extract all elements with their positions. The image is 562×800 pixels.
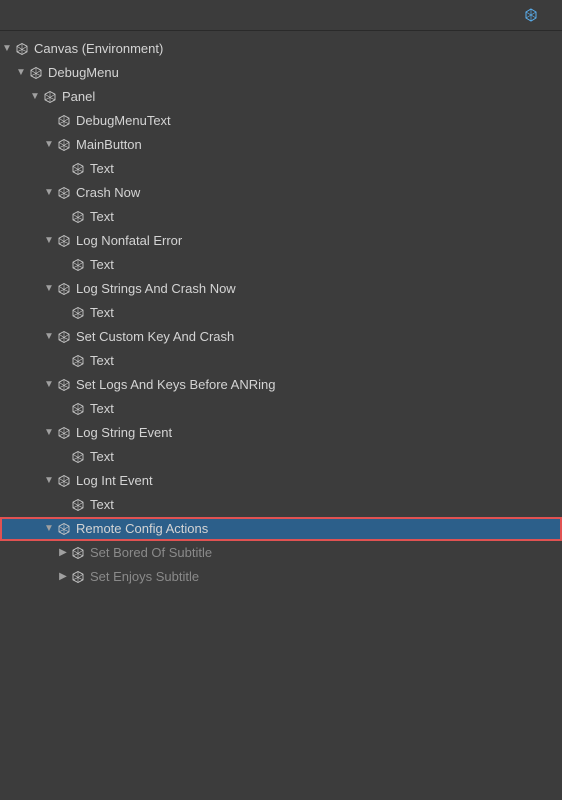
cube-icon-lognonfatal-text [70,257,86,273]
cube-icon-mainbutton-text [70,161,86,177]
cube-icon-setcustomkey-text [70,353,86,369]
tree-item-remoteconfig[interactable]: Remote Config Actions [0,517,562,541]
cube-icon-logstringscrash [56,281,72,297]
label-lognonfatal: Log Nonfatal Error [76,231,182,251]
cube-icon-setlogskeys [56,377,72,393]
cube-icon-canvas [14,41,30,57]
tree-item-lognonfatal-text[interactable]: Text [0,253,562,277]
tree-item-setlogskeys[interactable]: Set Logs And Keys Before ANRing [0,373,562,397]
label-crashnow: Crash Now [76,183,140,203]
cube-icon-panel [42,89,58,105]
label-logintevent-text: Text [90,495,114,515]
label-setlogskeys-text: Text [90,399,114,419]
arrow-lognonfatal[interactable] [42,231,56,251]
label-lognonfatal-text: Text [90,255,114,275]
label-setboredsubtitle: Set Bored Of Subtitle [90,543,212,563]
label-debugmenu: DebugMenu [48,63,119,83]
tree-item-setcustomkey-text[interactable]: Text [0,349,562,373]
cube-icon-crashnow-text [70,209,86,225]
arrow-setcustomkey[interactable] [42,327,56,347]
label-logstringevent: Log String Event [76,423,172,443]
cube-icon-setlogskeys-text [70,401,86,417]
tree-item-logintevent-text[interactable]: Text [0,493,562,517]
label-setenjoyssubtitle: Set Enjoys Subtitle [90,567,199,587]
label-mainbutton-text: Text [90,159,114,179]
tree-item-debugmenutext[interactable]: DebugMenuText [0,109,562,133]
cube-icon-logstringevent-text [70,449,86,465]
label-logstringscrash: Log Strings And Crash Now [76,279,236,299]
cube-icon-logstringscrash-text [70,305,86,321]
tree-item-setenjoyssubtitle[interactable]: Set Enjoys Subtitle [0,565,562,589]
arrow-logstringevent[interactable] [42,423,56,443]
cube-icon-logintevent-text [70,497,86,513]
tree-panel: Canvas (Environment) DebugMenu Panel Deb… [0,31,562,595]
cube-icon-setenjoyssubtitle [70,569,86,585]
arrow-logintevent[interactable] [42,471,56,491]
label-crashnow-text: Text [90,207,114,227]
tree-item-logintevent[interactable]: Log Int Event [0,469,562,493]
label-setlogskeys: Set Logs And Keys Before ANRing [76,375,275,395]
tree-item-crashnow-text[interactable]: Text [0,205,562,229]
cube-icon-debugmenutext [56,113,72,129]
arrow-canvas[interactable] [0,39,14,59]
tree-item-panel[interactable]: Panel [0,85,562,109]
cube-icon-logintevent [56,473,72,489]
arrow-setlogskeys[interactable] [42,375,56,395]
header-cube-icon [524,8,538,22]
label-logstringevent-text: Text [90,447,114,467]
tree-item-logstringevent[interactable]: Log String Event [0,421,562,445]
label-logstringscrash-text: Text [90,303,114,323]
header-title [524,8,546,22]
tree-item-debugmenu[interactable]: DebugMenu [0,61,562,85]
arrow-mainbutton[interactable] [42,135,56,155]
label-setcustomkey: Set Custom Key And Crash [76,327,234,347]
cube-icon-debugmenu [28,65,44,81]
tree-item-crashnow[interactable]: Crash Now [0,181,562,205]
tree-item-logstringscrash[interactable]: Log Strings And Crash Now [0,277,562,301]
header [0,0,562,31]
cube-icon-setcustomkey [56,329,72,345]
arrow-debugmenu[interactable] [14,63,28,83]
label-setcustomkey-text: Text [90,351,114,371]
cube-icon-logstringevent [56,425,72,441]
tree-item-setlogskeys-text[interactable]: Text [0,397,562,421]
tree-item-lognonfatal[interactable]: Log Nonfatal Error [0,229,562,253]
tree-item-logstringscrash-text[interactable]: Text [0,301,562,325]
cube-icon-setboredsubtitle [70,545,86,561]
tree-item-logstringevent-text[interactable]: Text [0,445,562,469]
tree-item-mainbutton-text[interactable]: Text [0,157,562,181]
arrow-logstringscrash[interactable] [42,279,56,299]
tree-item-mainbutton[interactable]: MainButton [0,133,562,157]
cube-icon-lognonfatal [56,233,72,249]
tree-item-canvas[interactable]: Canvas (Environment) [0,37,562,61]
arrow-setenjoyssubtitle[interactable] [56,567,70,587]
cube-icon-remoteconfig [56,521,72,537]
arrow-panel[interactable] [28,87,42,107]
cube-icon-mainbutton [56,137,72,153]
tree-item-setboredsubtitle[interactable]: Set Bored Of Subtitle [0,541,562,565]
arrow-remoteconfig[interactable] [42,519,56,539]
arrow-setboredsubtitle[interactable] [56,543,70,563]
tree-item-setcustomkey[interactable]: Set Custom Key And Crash [0,325,562,349]
cube-icon-crashnow [56,185,72,201]
label-logintevent: Log Int Event [76,471,153,491]
label-panel: Panel [62,87,95,107]
label-remoteconfig: Remote Config Actions [76,519,208,539]
arrow-crashnow[interactable] [42,183,56,203]
label-mainbutton: MainButton [76,135,142,155]
label-debugmenutext: DebugMenuText [76,111,171,131]
label-canvas: Canvas (Environment) [34,39,163,59]
